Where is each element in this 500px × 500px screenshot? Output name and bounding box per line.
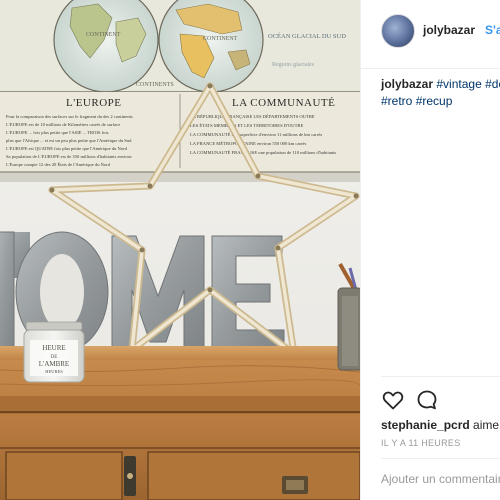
post-side-panel: jolybazar S'abonner jolybazar #vintage #…	[360, 0, 500, 500]
poster-map: CONTINENT CONTINENT CONTINENTS OCÉAN GLA…	[0, 0, 360, 93]
poster-left-line: L'EUROPE ... fois plus petite que l'ASIE…	[6, 130, 109, 135]
poster-right-line: LA RÉPUBLIQUE FRANÇAISE LES DÉPARTEMENTS…	[190, 114, 315, 119]
hashtag-link[interactable]: #recup	[416, 94, 453, 108]
divider	[381, 376, 500, 377]
poster-left-line: L'EUROPE est de 10 millions de Kilomètre…	[6, 122, 120, 127]
glass-jar: HEURE DE L'AMBRE HEURES	[23, 321, 85, 383]
photo-scene: CONTINENT CONTINENT CONTINENTS OCÉAN GLA…	[0, 0, 360, 500]
hashtag-link[interactable]: #deco	[485, 77, 500, 91]
caption-username[interactable]: jolybazar	[381, 77, 433, 91]
hashtag-link[interactable]: #retro	[381, 94, 412, 108]
poster-right-line: LA COMMUNAUTÉ une superficie d'environ 1…	[190, 132, 322, 137]
like-heart-icon[interactable]	[381, 388, 405, 412]
hashtag-link[interactable]: #vintage	[436, 77, 481, 91]
divider	[381, 458, 500, 459]
likes-line: stephanie_pcrd aime	[381, 418, 499, 432]
poster-left-line: L'EUROPE est QUATRE fois plus petite que…	[6, 146, 128, 151]
poster-right-line: LA COMMUNAUTÉ FRANÇAISE une population d…	[190, 150, 336, 155]
post-username[interactable]: jolybazar	[423, 23, 475, 37]
comment-bubble-icon[interactable]	[415, 388, 439, 412]
poster-left-line: Sa population de L'EUROPE est de 350 mil…	[6, 154, 132, 159]
map-label-continent-2: CONTINENT	[203, 36, 238, 42]
post-timestamp[interactable]: IL Y A 11 HEURES	[381, 438, 461, 448]
jar-text-4: HEURES	[45, 369, 63, 374]
jar-text-1: HEURE	[42, 344, 65, 352]
poster-right-title: LA COMMUNAUTÉ	[232, 97, 335, 109]
post-header: jolybazar S'abonner	[361, 0, 500, 69]
follow-button[interactable]: S'abonner	[485, 23, 500, 37]
map-label-continent: CONTINENT	[86, 32, 121, 38]
comment-input[interactable]: Ajouter un commentaire...	[381, 472, 500, 486]
poster-left-title: L'EUROPE	[66, 97, 121, 109]
avatar[interactable]	[381, 14, 415, 48]
likes-suffix: aime	[473, 418, 500, 432]
poster-right-line: LA FRANCE MÉTROPOLITAINE environ 550 000…	[190, 141, 307, 146]
map-label-ocean: OCÉAN GLACIAL DU SUD	[268, 32, 346, 40]
post-photo[interactable]: CONTINENT CONTINENT CONTINENTS OCÉAN GLA…	[0, 0, 360, 500]
jar-text-3: L'AMBRE	[39, 360, 69, 368]
poster-left-line: plus que l'Afrique ... et est un peu plu…	[6, 138, 132, 143]
map-label-regions: Régions glaciales	[272, 62, 315, 68]
poster-right-line: LES ÉTATS MEMBRES ET LES TERRITOIRES D'O…	[190, 123, 303, 128]
post-caption: jolybazar #vintage #deco #retro #recup	[381, 76, 500, 110]
poster-left-line: L'Europe compte 12 des 20 États de l'Amé…	[6, 162, 111, 167]
map-label-continents: CONTINENTS	[136, 82, 174, 88]
liker-username[interactable]: stephanie_pcrd	[381, 418, 470, 432]
poster-left-line: Pour la comparaison des surfaces sur le …	[6, 114, 133, 119]
